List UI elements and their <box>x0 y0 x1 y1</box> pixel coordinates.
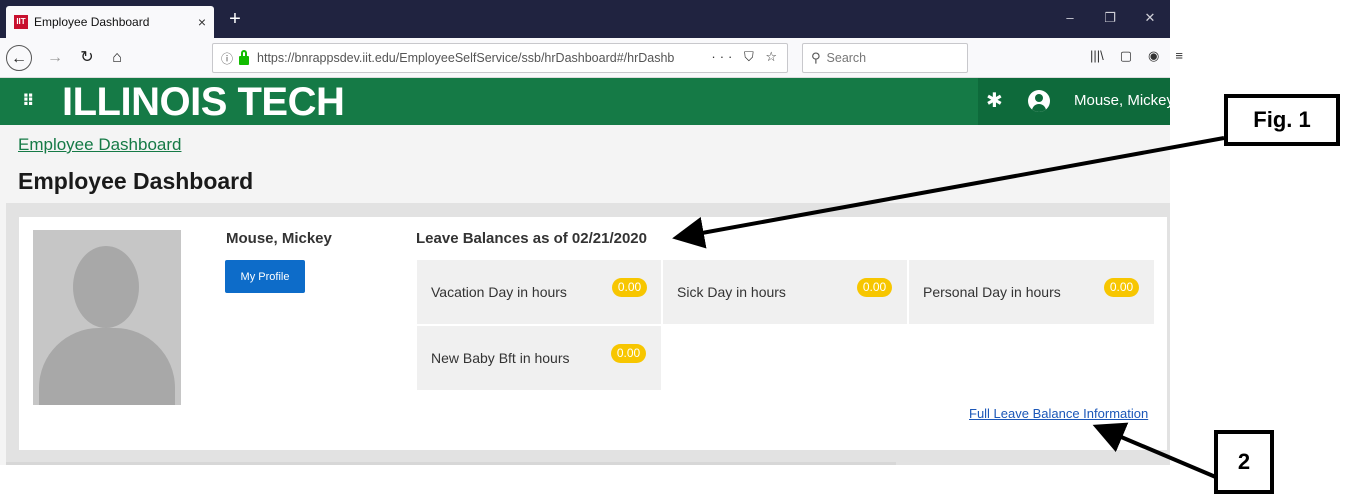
fig1-label: Fig. 1 <box>1224 94 1340 146</box>
fig2-arrow <box>1092 422 1219 480</box>
fig1-arrow <box>672 136 1225 249</box>
fig2-label: 2 <box>1214 430 1274 494</box>
screenshot-root: IIT Employee Dashboard × + – ❐ ✕ ← → ↻ ⌂… <box>0 0 1350 497</box>
annotation-arrows <box>672 136 1225 480</box>
